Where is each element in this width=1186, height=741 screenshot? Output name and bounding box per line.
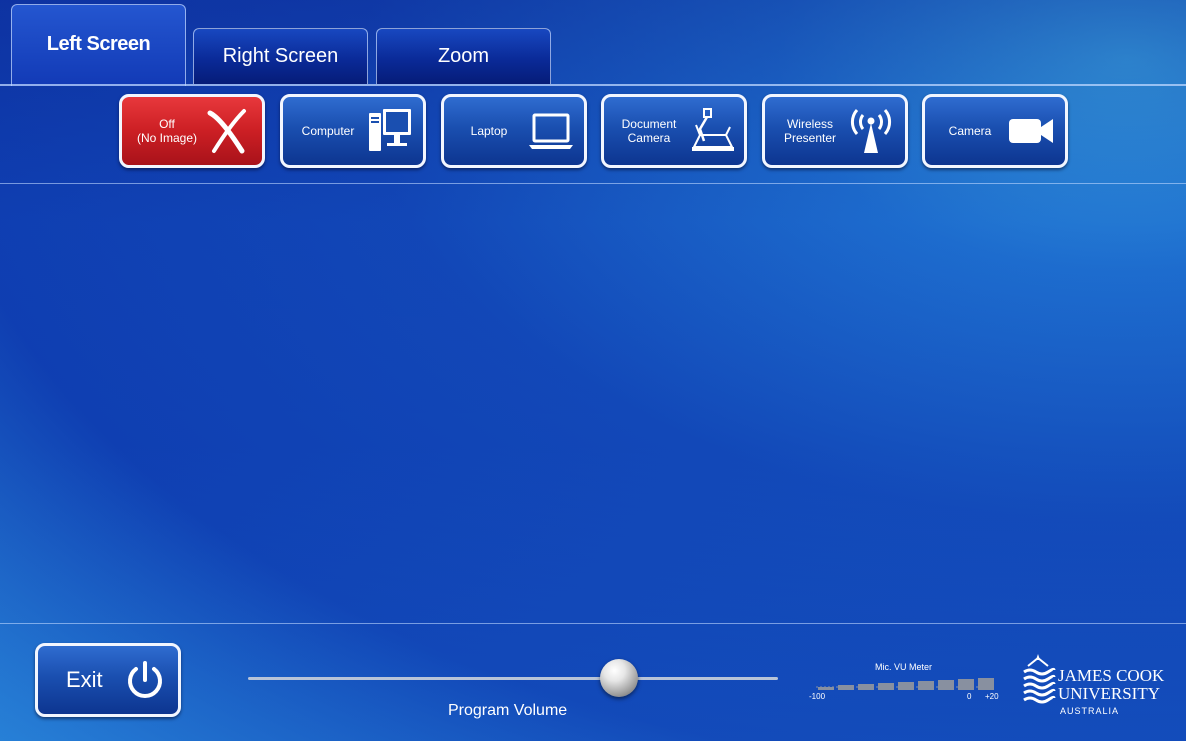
source-label: Camera [948,124,992,138]
laptop-icon [529,113,573,149]
exit-button[interactable]: Exit [35,643,181,717]
source-bar-divider [0,183,1186,184]
logo-line-3: AUSTRALIA [1060,706,1120,716]
source-label: Document Camera [621,117,677,145]
source-label: Laptop [470,124,508,138]
tab-label: Left Screen [46,33,151,55]
source-laptop-button[interactable]: Laptop [441,94,587,168]
wireless-antenna-icon [850,109,892,153]
logo-line-1: JAMES COOK [1058,666,1165,685]
tab-label: Zoom [437,45,490,67]
tab-right-screen[interactable]: Right Screen [193,28,368,84]
tab-left-screen[interactable]: Left Screen [11,4,186,86]
source-label: Wireless Presenter [783,117,837,145]
source-document-camera-button[interactable]: Document Camera [601,94,747,168]
vu-tick-zero: 0 [967,692,972,701]
x-icon [207,109,246,154]
source-label: Off (No Image) [136,117,198,145]
source-label: Computer [301,124,355,138]
jcu-wave-emblem-icon [1023,654,1056,704]
volume-label: Program Volume [448,702,568,719]
tab-zoom[interactable]: Zoom [376,28,551,84]
power-icon [128,661,162,698]
vu-meter [816,678,994,690]
exit-label: Exit [66,667,103,692]
tab-label: Right Screen [222,45,339,67]
source-computer-button[interactable]: Computer [280,94,426,168]
source-off-button[interactable]: Off (No Image) [119,94,265,168]
document-camera-icon [692,108,734,151]
video-camera-icon [1009,119,1053,143]
vu-meter-title: Mic. VU Meter [875,662,933,672]
vu-tick-max: +20 [985,692,999,701]
footer-divider [0,623,1186,624]
desktop-computer-icon [369,109,411,151]
source-camera-button[interactable]: Camera [922,94,1068,168]
logo-line-2: UNIVERSITY [1058,684,1160,703]
volume-slider-track[interactable] [248,677,778,680]
volume-slider-knob[interactable] [600,659,638,697]
tab-bar-divider [0,84,1186,86]
jcu-logo: JAMES COOK UNIVERSITY AUSTRALIA [1020,652,1180,722]
vu-tick-min: -100 [809,692,826,701]
source-wireless-presenter-button[interactable]: Wireless Presenter [762,94,908,168]
